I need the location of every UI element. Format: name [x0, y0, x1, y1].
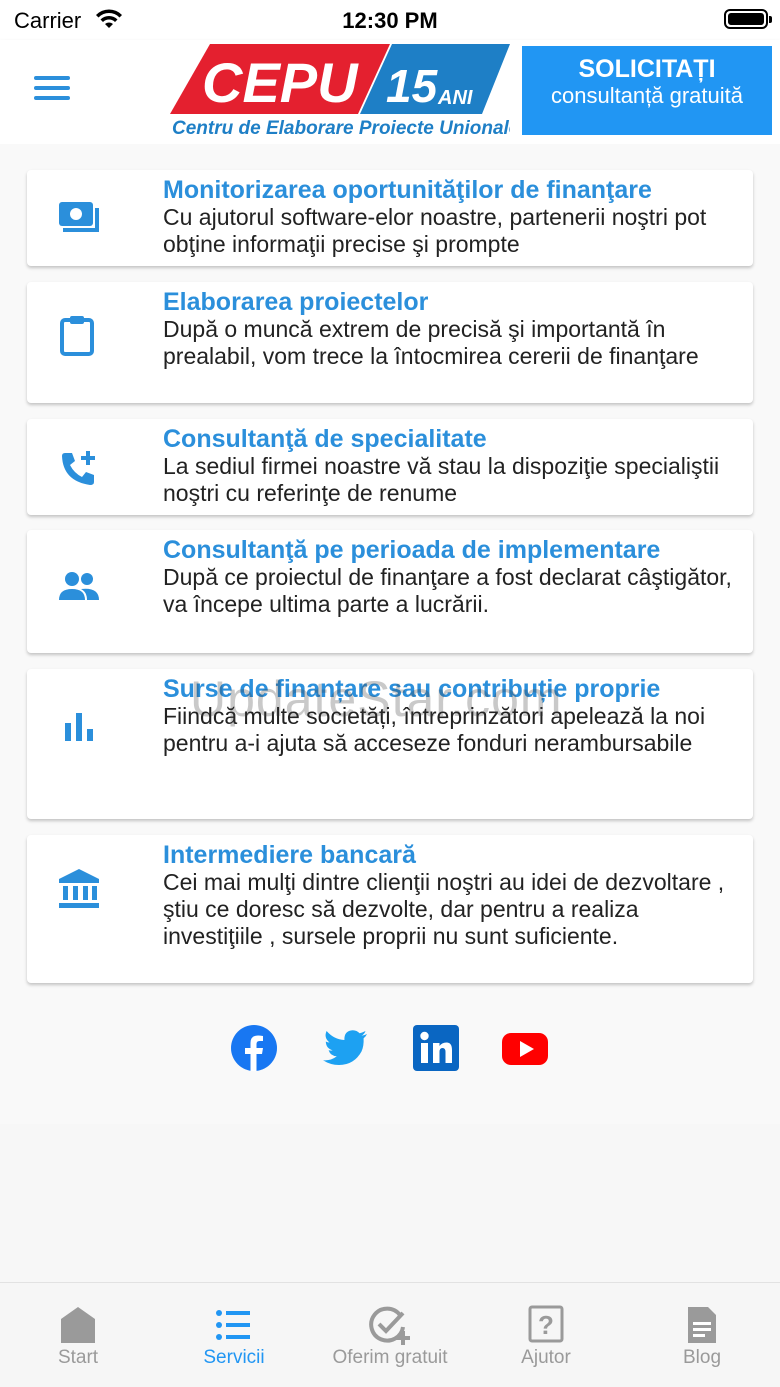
tab-label: Servicii	[203, 1347, 265, 1368]
service-title: Elaborarea proiectelor	[163, 288, 429, 316]
question-icon: ?	[523, 1305, 569, 1345]
app-header: CEPU 15 ANI Centru de Elaborare Proiecte…	[0, 40, 780, 144]
service-card-monitoring[interactable]: Monitorizarea oportunităţilor de finanţa…	[27, 170, 753, 266]
service-description: Fiindcă multe societăți, întreprinzători…	[163, 703, 706, 756]
tab-start[interactable]: Start	[0, 1283, 156, 1387]
hamburger-menu-button[interactable]	[34, 76, 70, 104]
tab-blog[interactable]: Blog	[624, 1283, 780, 1387]
logo-years-suffix: ANI	[437, 87, 473, 109]
service-description: La sediul firmei noastre vă stau la disp…	[163, 453, 720, 506]
youtube-icon[interactable]	[501, 1024, 549, 1072]
service-description: Cei mai mulţi dintre clienţii noştri au …	[163, 869, 725, 949]
twitter-icon[interactable]	[321, 1024, 369, 1072]
service-card-implementation[interactable]: Consultanţă pe perioada de implementare …	[27, 530, 753, 653]
svg-text:?: ?	[538, 1310, 554, 1340]
cepu-logo[interactable]: CEPU 15 ANI Centru de Elaborare Proiecte…	[168, 42, 510, 140]
logo-years-text: 15	[386, 60, 439, 112]
service-card-funding[interactable]: Surse de finanțare sau contribuție propr…	[27, 669, 753, 819]
battery-icon	[724, 9, 772, 29]
service-card-specialist[interactable]: Consultanţă de specialitate La sediul fi…	[27, 419, 753, 515]
tab-label: Oferim gratuit	[332, 1347, 448, 1368]
tab-servicii[interactable]: Servicii	[156, 1283, 312, 1387]
service-card-projects[interactable]: Elaborarea proiectelor După o muncă extr…	[27, 282, 753, 403]
list-icon	[211, 1305, 257, 1345]
service-title: Consultanţă pe perioada de implementare	[163, 536, 661, 564]
status-bar: Carrier 12:30 PM	[0, 0, 780, 40]
phone-add-icon	[57, 447, 101, 491]
bar-chart-icon	[57, 705, 101, 749]
service-title: Surse de finanțare sau contribuție propr…	[163, 675, 661, 703]
service-title: Monitorizarea oportunităţilor de finanţa…	[163, 176, 652, 204]
money-icon	[57, 196, 101, 240]
service-title: Consultanţă de specialitate	[163, 425, 487, 453]
tab-label: Start	[57, 1347, 99, 1368]
status-time: 12:30 PM	[342, 8, 438, 33]
bank-icon	[57, 867, 101, 911]
request-consultation-button[interactable]: SOLICITAȚI consultanță gratuită	[522, 46, 772, 135]
facebook-icon[interactable]	[230, 1024, 278, 1072]
app-screen: Carrier 12:30 PM CEPU 15 ANI Centru de E…	[0, 0, 780, 1387]
check-add-icon	[367, 1305, 413, 1345]
clipboard-icon	[57, 314, 101, 358]
logo-brand-text: CEPU	[202, 51, 359, 114]
cta-line1: SOLICITAȚI	[578, 55, 716, 83]
home-icon	[55, 1305, 101, 1345]
document-icon	[679, 1305, 725, 1345]
linkedin-icon[interactable]	[412, 1024, 460, 1072]
tab-oferim-gratuit[interactable]: Oferim gratuit	[312, 1283, 468, 1387]
service-description: Cu ajutorul software-elor noastre, parte…	[163, 204, 707, 257]
service-card-banking[interactable]: Intermediere bancară Cei mai mulţi dintr…	[27, 835, 753, 983]
people-icon	[57, 566, 101, 610]
cta-line2: consultanță gratuită	[550, 83, 744, 108]
social-links	[0, 1024, 780, 1072]
service-title: Intermediere bancară	[163, 841, 416, 869]
services-list: Monitorizarea oportunităţilor de finanţa…	[0, 144, 780, 1124]
bottom-tab-bar: Start Servicii Oferim gratuit ? Ajutor B…	[0, 1282, 780, 1387]
logo-tagline: Centru de Elaborare Proiecte Unionale	[172, 118, 510, 139]
service-description: După ce proiectul de finanţare a fost de…	[163, 564, 732, 617]
tab-label: Blog	[682, 1347, 722, 1368]
service-description: După o muncă extrem de precisă şi import…	[163, 316, 699, 369]
tab-ajutor[interactable]: ? Ajutor	[468, 1283, 624, 1387]
tab-label: Ajutor	[521, 1347, 571, 1368]
